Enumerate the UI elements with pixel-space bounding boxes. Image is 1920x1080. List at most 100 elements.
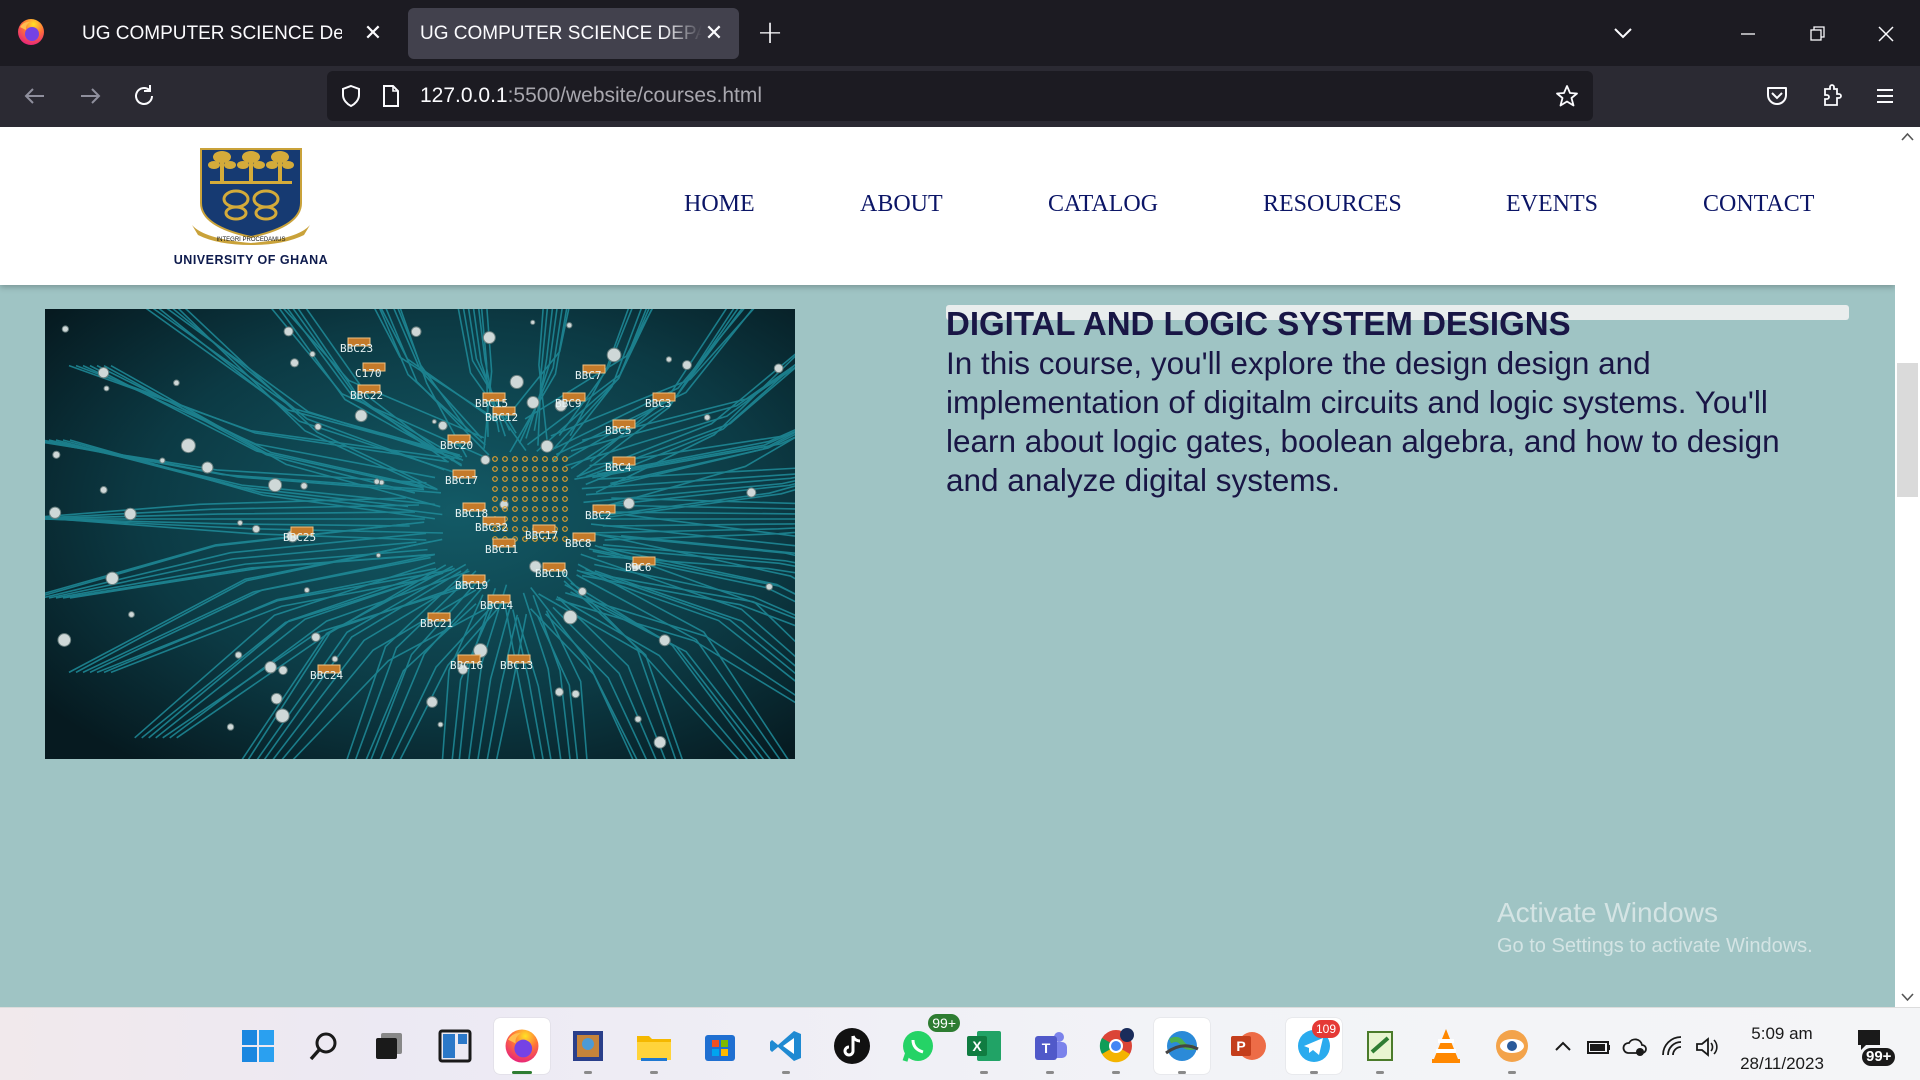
firefox-icon[interactable] bbox=[16, 17, 46, 47]
board-label: BBC15 bbox=[475, 397, 508, 410]
forward-icon[interactable] bbox=[74, 80, 106, 112]
nav-home[interactable]: HOME bbox=[684, 191, 755, 218]
plus-icon[interactable]: + bbox=[754, 16, 786, 49]
via-dot bbox=[354, 409, 368, 423]
via-dot bbox=[103, 385, 110, 392]
notification-center[interactable]: 99+ bbox=[1852, 1028, 1902, 1072]
clock-time: 5:09 am bbox=[1751, 1024, 1813, 1043]
menu-icon[interactable] bbox=[1869, 80, 1901, 112]
board-label: BBC20 bbox=[440, 439, 473, 452]
svg-text:X: X bbox=[972, 1038, 982, 1054]
widgets-icon[interactable] bbox=[427, 1018, 483, 1074]
board-label: BBC7 bbox=[575, 369, 602, 382]
eye-app-icon[interactable] bbox=[1484, 1018, 1540, 1074]
via-dot bbox=[765, 582, 773, 591]
tab-ug-dept[interactable]: UG COMPUTER SCIENCE Dept. ✕ bbox=[68, 8, 398, 59]
via-dot bbox=[622, 497, 635, 510]
restore-icon[interactable] bbox=[1797, 14, 1837, 54]
url-path: :5500/website/courses.html bbox=[507, 84, 763, 107]
via-dot bbox=[303, 587, 310, 594]
file-explorer-icon[interactable] bbox=[626, 1018, 682, 1074]
minimize-icon[interactable] bbox=[1728, 14, 1768, 54]
via-dot bbox=[566, 322, 573, 329]
chevron-up-icon[interactable] bbox=[1550, 1034, 1576, 1060]
wifi-icon[interactable] bbox=[1660, 1034, 1686, 1060]
via-dot bbox=[48, 506, 62, 519]
via-dot bbox=[128, 611, 135, 618]
volume-icon[interactable] bbox=[1694, 1034, 1720, 1060]
chrome-icon[interactable] bbox=[1088, 1018, 1144, 1074]
page-icon[interactable] bbox=[379, 83, 403, 109]
nav-catalog[interactable]: CATALOG bbox=[1048, 191, 1158, 218]
search-icon[interactable] bbox=[296, 1018, 352, 1074]
notepad-icon[interactable] bbox=[1352, 1018, 1408, 1074]
via-dot bbox=[665, 356, 673, 363]
telegram-icon[interactable]: 109 bbox=[1286, 1018, 1342, 1074]
system-clock[interactable]: 5:09 am 28/11/2023 bbox=[1728, 1019, 1836, 1079]
board-label: BBC12 bbox=[485, 411, 518, 424]
running-indicator bbox=[584, 1071, 592, 1074]
globe-app-icon[interactable] bbox=[1154, 1018, 1210, 1074]
board-label: BBC19 bbox=[455, 579, 488, 592]
url-bar[interactable]: 127.0.0.1:5500/website/courses.html bbox=[327, 71, 1593, 121]
shield-icon[interactable] bbox=[338, 83, 364, 109]
via-dot bbox=[124, 507, 137, 521]
chevron-down-icon[interactable] bbox=[1608, 20, 1638, 46]
tiktok-icon[interactable] bbox=[824, 1018, 880, 1074]
nav-about[interactable]: ABOUT bbox=[860, 191, 943, 218]
star-icon[interactable] bbox=[1554, 83, 1580, 109]
onedrive-icon[interactable] bbox=[1622, 1034, 1648, 1060]
via-dot bbox=[311, 632, 321, 643]
nav-contact[interactable]: CONTACT bbox=[1703, 191, 1814, 218]
microsoft-store-icon[interactable] bbox=[692, 1018, 748, 1074]
tab-ug-department-active[interactable]: UG COMPUTER SCIENCE DEPARTMENT ✕ bbox=[408, 8, 739, 59]
telegram-badge: 109 bbox=[1311, 1020, 1340, 1038]
whatsapp-icon[interactable]: 99+ bbox=[890, 1014, 960, 1074]
course-details: DIGITAL AND LOGIC SYSTEM DESIGNS In this… bbox=[946, 305, 1849, 500]
reload-icon[interactable] bbox=[128, 80, 160, 112]
scroll-thumb[interactable] bbox=[1897, 363, 1918, 497]
url-text[interactable]: 127.0.0.1:5500/website/courses.html bbox=[420, 84, 762, 108]
board-label: BBC32 bbox=[475, 521, 508, 534]
notification-badge: 99+ bbox=[1862, 1048, 1896, 1066]
url-host: 127.0.0.1 bbox=[420, 84, 508, 107]
extensions-icon[interactable] bbox=[1815, 80, 1847, 112]
running-indicator bbox=[1508, 1071, 1516, 1074]
via-dot bbox=[681, 360, 692, 371]
battery-icon[interactable] bbox=[1586, 1034, 1612, 1060]
site-header: INTEGRI PROCEDAMUS UNIVERSITY OF GHANA H… bbox=[0, 127, 1895, 285]
windows-start-icon[interactable] bbox=[230, 1018, 286, 1074]
close-icon[interactable]: ✕ bbox=[701, 20, 727, 46]
pocket-icon[interactable] bbox=[1761, 80, 1793, 112]
close-icon[interactable]: ✕ bbox=[360, 20, 386, 46]
via-dot bbox=[309, 350, 316, 358]
task-view-icon[interactable] bbox=[361, 1018, 417, 1074]
university-logo[interactable]: INTEGRI PROCEDAMUS UNIVERSITY OF GHANA bbox=[153, 145, 349, 267]
board-label: BBC23 bbox=[340, 342, 373, 355]
via-dot bbox=[426, 696, 438, 708]
tab-title: UG COMPUTER SCIENCE Dept. bbox=[82, 22, 342, 44]
back-icon[interactable] bbox=[19, 80, 51, 112]
via-dot bbox=[373, 478, 381, 485]
powerpoint-icon[interactable]: P bbox=[1220, 1018, 1276, 1074]
svg-text:T: T bbox=[1042, 1040, 1051, 1056]
teams-icon[interactable]: T bbox=[1022, 1018, 1078, 1074]
vlc-icon[interactable] bbox=[1418, 1018, 1474, 1074]
vertical-scrollbar[interactable] bbox=[1895, 127, 1920, 1007]
close-window-icon[interactable] bbox=[1866, 14, 1906, 54]
via-dot bbox=[480, 454, 491, 466]
logo-caption: UNIVERSITY OF GHANA bbox=[173, 253, 329, 267]
board-label: BBC3 bbox=[645, 397, 672, 410]
via-dot bbox=[509, 374, 524, 390]
board-label: BBC22 bbox=[350, 389, 383, 402]
nav-events[interactable]: EVENTS bbox=[1506, 191, 1598, 218]
nav-resources[interactable]: RESOURCES bbox=[1263, 191, 1402, 218]
excel-icon[interactable]: X bbox=[956, 1018, 1012, 1074]
photo-app-icon[interactable] bbox=[560, 1018, 616, 1074]
board-label: C170 bbox=[355, 367, 382, 380]
scroll-up-icon[interactable] bbox=[1900, 131, 1915, 143]
board-label: BBC4 bbox=[605, 461, 632, 474]
scroll-down-icon[interactable] bbox=[1900, 991, 1915, 1003]
vscode-icon[interactable] bbox=[758, 1018, 814, 1074]
firefox-icon[interactable] bbox=[494, 1018, 550, 1074]
